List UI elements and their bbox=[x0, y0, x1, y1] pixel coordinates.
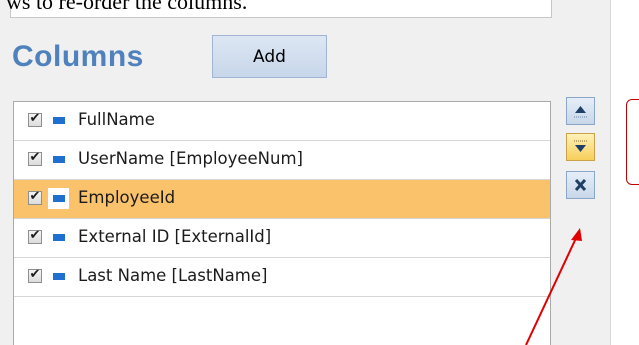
field-icon bbox=[48, 149, 69, 170]
column-checkbox[interactable]: ✔ bbox=[28, 111, 42, 127]
remove-column-button[interactable] bbox=[566, 171, 595, 199]
checkmark-icon: ✔ bbox=[29, 228, 41, 243]
column-label: Last Name [LastName] bbox=[78, 266, 268, 285]
column-checkbox[interactable]: ✔ bbox=[28, 189, 42, 205]
column-checkbox[interactable]: ✔ bbox=[28, 150, 42, 166]
column-label: EmployeeId bbox=[78, 188, 176, 207]
column-row-selected[interactable]: ✔ EmployeeId bbox=[14, 180, 550, 219]
field-icon bbox=[48, 266, 69, 287]
x-icon bbox=[574, 178, 587, 192]
field-icon bbox=[48, 110, 69, 131]
column-label: External ID [ExternalId] bbox=[78, 227, 272, 246]
triangle-down-icon bbox=[574, 140, 587, 152]
add-column-button[interactable]: Add bbox=[212, 35, 327, 78]
move-up-button[interactable] bbox=[566, 97, 595, 125]
column-row[interactable]: ✔ External ID [ExternalId] bbox=[14, 219, 550, 258]
triangle-up-icon bbox=[574, 106, 587, 118]
field-icon bbox=[48, 188, 69, 209]
checkmark-icon: ✔ bbox=[29, 111, 41, 126]
column-row[interactable]: ✔ FullName bbox=[14, 102, 550, 141]
checkmark-icon: ✔ bbox=[29, 267, 41, 282]
move-down-button[interactable] bbox=[566, 133, 595, 161]
column-label: UserName [EmployeeNum] bbox=[78, 149, 303, 168]
column-checkbox[interactable]: ✔ bbox=[28, 267, 42, 283]
instruction-caption: ws to re-order the columns. bbox=[6, 0, 248, 14]
columns-list: ✔ FullName ✔ UserName [EmployeeNum] ✔ Em… bbox=[13, 101, 551, 345]
field-icon bbox=[48, 227, 69, 248]
column-label: FullName bbox=[78, 110, 155, 129]
reorder-bracket-annotation bbox=[626, 99, 639, 185]
column-checkbox[interactable]: ✔ bbox=[28, 228, 42, 244]
checkmark-icon: ✔ bbox=[29, 150, 41, 165]
columns-heading: Columns bbox=[12, 40, 144, 73]
checkmark-icon: ✔ bbox=[29, 189, 41, 204]
column-row[interactable]: ✔ Last Name [LastName] bbox=[14, 258, 550, 297]
column-row[interactable]: ✔ UserName [EmployeeNum] bbox=[14, 141, 550, 180]
